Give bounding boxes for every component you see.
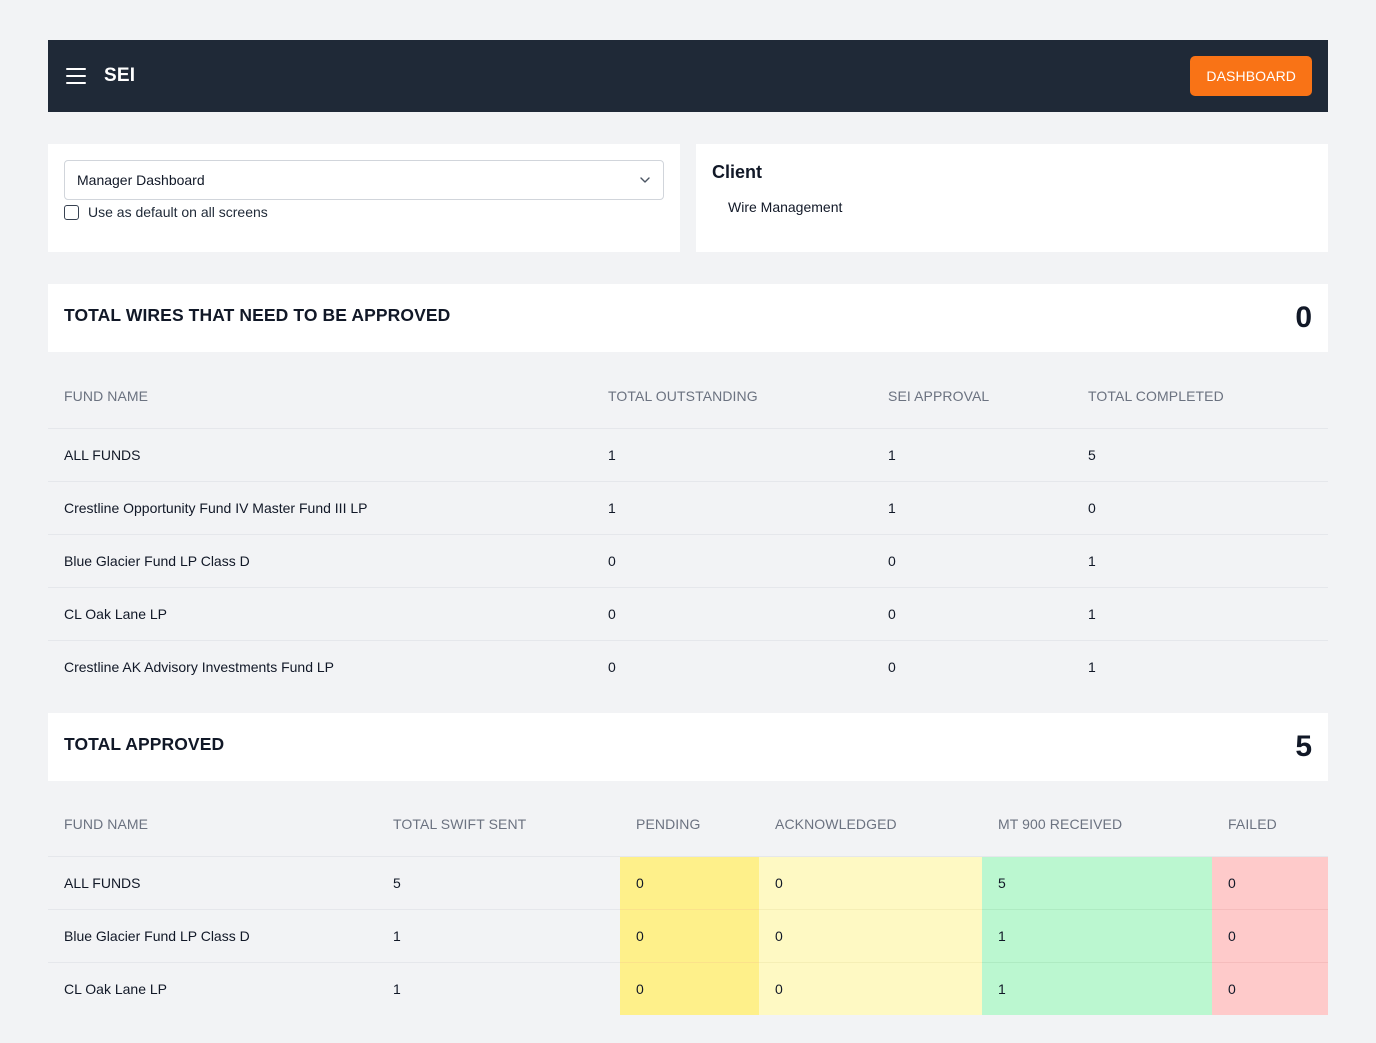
acknowledged-cell: 0 — [759, 909, 982, 963]
client-panel: Client Wire Management — [696, 144, 1328, 252]
total-completed-cell: 5 — [1072, 428, 1328, 482]
approval-table: FUND NAME TOTAL OUTSTANDING SEI APPROVAL… — [48, 364, 1328, 693]
column-header[interactable]: TOTAL OUTSTANDING — [592, 364, 872, 429]
fund-name-cell: CL Oak Lane LP — [48, 587, 592, 641]
approval-section-count: 0 — [1295, 301, 1312, 334]
total-outstanding-cell: 1 — [592, 428, 872, 482]
default-view-option: Use as default on all screens — [64, 204, 664, 220]
table-row[interactable]: Blue Glacier Fund LP Class D 1 0 0 1 0 — [48, 909, 1328, 963]
mt900-received-cell: 1 — [982, 962, 1212, 1015]
column-header[interactable]: FAILED — [1212, 792, 1328, 857]
mt900-received-cell: 5 — [982, 856, 1212, 910]
total-outstanding-cell: 0 — [592, 587, 872, 641]
dashboard-view-value: Manager Dashboard — [77, 172, 205, 188]
fund-name-cell: Crestline Opportunity Fund IV Master Fun… — [48, 481, 592, 535]
table-row[interactable]: ALL FUNDS 5 0 0 5 0 — [48, 856, 1328, 910]
total-outstanding-cell: 0 — [608, 658, 616, 675]
approved-section-title: TOTAL APPROVED — [64, 734, 225, 754]
column-header[interactable]: PENDING — [620, 792, 759, 857]
dashboard-view-select[interactable]: Manager Dashboard — [64, 160, 664, 200]
table-row[interactable]: Blue Glacier Fund LP Class D 0 0 1 — [48, 534, 1328, 588]
top-nav-bar: SEI DASHBOARD — [48, 40, 1328, 112]
hamburger-menu-icon[interactable] — [66, 68, 86, 84]
sei-approval-cell: 1 — [872, 428, 1072, 482]
swift-sent-cell: 1 — [377, 909, 620, 963]
pending-cell: 0 — [620, 962, 759, 1015]
failed-cell: 0 — [1212, 962, 1328, 1015]
column-header[interactable]: ACKNOWLEDGED — [759, 792, 982, 857]
client-link-wire-management[interactable]: Wire Management — [728, 199, 842, 215]
acknowledged-cell: 0 — [759, 856, 982, 910]
sei-approval-cell: 0 — [888, 658, 896, 675]
brand-title: SEI — [104, 65, 136, 86]
total-completed-cell: 1 — [1072, 534, 1328, 588]
approved-section-count: 5 — [1295, 730, 1312, 763]
dashboard-button[interactable]: DASHBOARD — [1190, 56, 1312, 96]
approved-section-header: TOTAL APPROVED 5 — [48, 713, 1328, 781]
pending-cell: 0 — [620, 909, 759, 963]
sei-approval-cell: 0 — [872, 587, 1072, 641]
table-row[interactable]: Crestline Opportunity Fund IV Master Fun… — [48, 481, 1328, 535]
swift-sent-cell: 1 — [393, 980, 401, 997]
failed-cell: 0 — [1212, 856, 1328, 910]
total-completed-cell: 1 — [1088, 658, 1096, 675]
failed-cell: 0 — [1212, 909, 1328, 963]
view-selector-card: Manager Dashboard Use as default on all … — [48, 144, 680, 252]
table-row[interactable]: ALL FUNDS 1 1 5 — [48, 428, 1328, 482]
table-row[interactable]: Crestline AK Advisory Investments Fund L… — [48, 640, 1328, 693]
column-header[interactable]: TOTAL COMPLETED — [1072, 364, 1328, 429]
acknowledged-cell: 0 — [759, 962, 982, 1015]
fund-name-cell: ALL FUNDS — [48, 856, 377, 910]
approved-table-header: FUND NAME TOTAL SWIFT SENT PENDING ACKNO… — [48, 792, 1328, 857]
column-header[interactable]: SEI APPROVAL — [872, 364, 1072, 429]
total-outstanding-cell: 0 — [592, 534, 872, 588]
total-outstanding-cell: 1 — [592, 481, 872, 535]
column-header[interactable]: FUND NAME — [48, 364, 592, 429]
client-title: Client — [712, 162, 763, 182]
default-view-label: Use as default on all screens — [88, 204, 268, 220]
column-header[interactable]: FUND NAME — [48, 792, 377, 857]
mt900-received-cell: 1 — [982, 909, 1212, 963]
approved-table: FUND NAME TOTAL SWIFT SENT PENDING ACKNO… — [48, 792, 1328, 1015]
sei-approval-cell: 0 — [872, 534, 1072, 588]
fund-name-cell: Blue Glacier Fund LP Class D — [48, 909, 377, 963]
pending-cell: 0 — [620, 856, 759, 910]
fund-name-cell: Blue Glacier Fund LP Class D — [48, 534, 592, 588]
fund-name-cell: CL Oak Lane LP — [64, 980, 167, 997]
column-header[interactable]: TOTAL SWIFT SENT — [377, 792, 620, 857]
total-completed-cell: 1 — [1072, 587, 1328, 641]
approval-section-title: TOTAL WIRES THAT NEED TO BE APPROVED — [64, 305, 451, 325]
column-header[interactable]: MT 900 RECEIVED — [982, 792, 1212, 857]
total-completed-cell: 0 — [1072, 481, 1328, 535]
approval-section-header: TOTAL WIRES THAT NEED TO BE APPROVED 0 — [48, 284, 1328, 352]
table-row[interactable]: CL Oak Lane LP 1 0 0 1 0 — [48, 962, 1328, 1015]
default-view-checkbox[interactable] — [64, 204, 79, 220]
fund-name-cell: ALL FUNDS — [48, 428, 592, 482]
table-row[interactable]: CL Oak Lane LP 0 0 1 — [48, 587, 1328, 641]
approval-table-header: FUND NAME TOTAL OUTSTANDING SEI APPROVAL… — [48, 364, 1328, 429]
chevron-down-icon — [639, 174, 651, 186]
fund-name-cell: Crestline AK Advisory Investments Fund L… — [64, 658, 335, 675]
swift-sent-cell: 5 — [377, 856, 620, 910]
sei-approval-cell: 1 — [872, 481, 1072, 535]
